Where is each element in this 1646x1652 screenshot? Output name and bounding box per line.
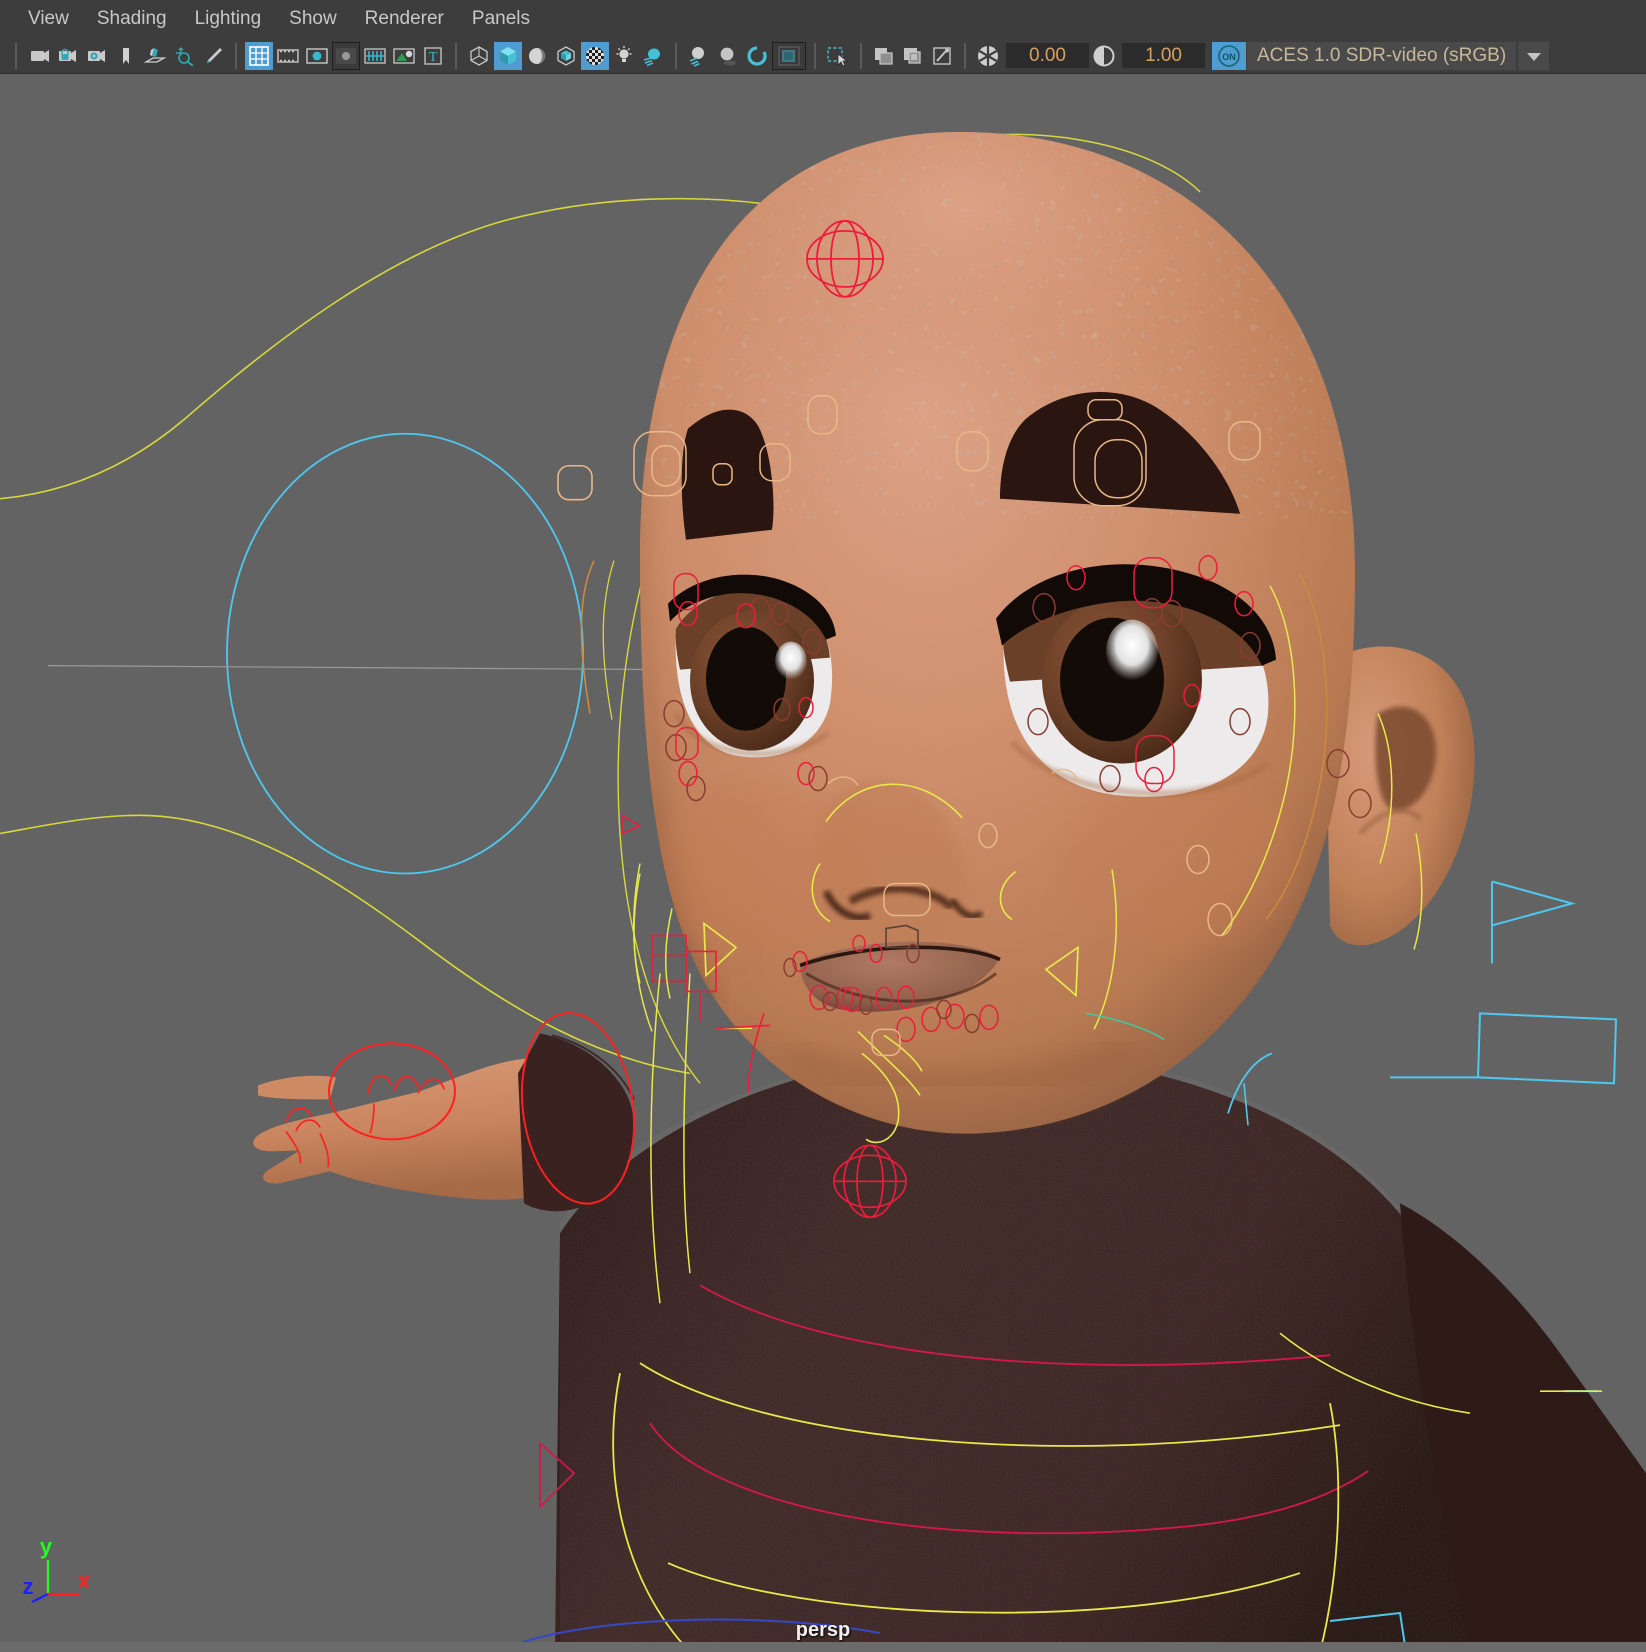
xray-joints-icon[interactable] xyxy=(899,42,927,70)
color-management-toggle-icon[interactable]: ON xyxy=(1212,41,1246,70)
axis-label-y: y xyxy=(40,1536,53,1559)
exposure-value-field[interactable]: 0.00 xyxy=(1006,43,1089,68)
axis-orientation-gizmo: y x z xyxy=(23,1536,91,1603)
toolbar-divider xyxy=(964,42,966,69)
smooth-shade-selected-icon[interactable] xyxy=(523,42,551,70)
axis-label-z: z xyxy=(23,1574,34,1599)
bookmark-icon[interactable] xyxy=(112,42,140,70)
shadows-icon[interactable] xyxy=(685,42,713,70)
menu-lighting[interactable]: Lighting xyxy=(181,6,276,32)
gamma-icon[interactable] xyxy=(1090,42,1118,70)
image-plane-icon[interactable] xyxy=(141,42,169,70)
color-space-label: ACES 1.0 SDR-video (sRGB) xyxy=(1247,41,1517,70)
toolbar-divider xyxy=(860,42,862,69)
safe-action-icon[interactable] xyxy=(390,42,418,70)
svg-text:T: T xyxy=(429,50,438,65)
svg-text:ON: ON xyxy=(1222,52,1236,62)
smooth-shade-all-icon[interactable] xyxy=(494,41,522,70)
wireframe-icon[interactable] xyxy=(465,42,493,70)
viewport-tool-bar: T 0.00 1.00 ON ACES 1.0 SDR-video (sRGB) xyxy=(0,38,1646,73)
camera-attributes-icon[interactable] xyxy=(83,42,111,70)
toolbar-divider xyxy=(814,42,816,69)
viewport-bottom-bar xyxy=(0,1642,1646,1652)
select-camera-icon[interactable] xyxy=(25,42,53,70)
menu-shading[interactable]: Shading xyxy=(83,6,181,32)
safe-title-icon[interactable]: T xyxy=(419,42,447,70)
resolution-gate-icon[interactable] xyxy=(303,42,331,70)
chevron-down-icon[interactable] xyxy=(1517,41,1550,70)
motion-blur-icon[interactable] xyxy=(743,42,771,70)
menu-panels[interactable]: Panels xyxy=(458,6,544,32)
toolbar-divider xyxy=(455,42,457,69)
toolbar-divider xyxy=(235,42,237,69)
gamma-value-field[interactable]: 1.00 xyxy=(1122,43,1205,68)
menu-show[interactable]: Show xyxy=(275,6,351,32)
viewport-menu-bar: View Shading Lighting Show Renderer Pane… xyxy=(0,0,1646,38)
isolate-select-icon[interactable] xyxy=(824,42,852,70)
toolbar-divider xyxy=(675,42,677,69)
grid-toggle-icon[interactable] xyxy=(245,41,273,70)
film-gate-icon[interactable] xyxy=(274,42,302,70)
xray-active-components-icon[interactable] xyxy=(928,42,956,70)
ambient-occlusion-icon[interactable] xyxy=(714,42,742,70)
field-chart-icon[interactable] xyxy=(361,42,389,70)
shaded-wireframe-icon[interactable] xyxy=(581,41,609,70)
menu-renderer[interactable]: Renderer xyxy=(351,6,458,32)
use-default-lighting-icon[interactable] xyxy=(610,42,638,70)
xray-icon[interactable] xyxy=(870,42,898,70)
perspective-viewport[interactable]: y x z persp xyxy=(0,73,1646,1652)
menu-view[interactable]: View xyxy=(14,6,83,32)
multisample-icon[interactable] xyxy=(772,41,806,70)
gate-mask-icon[interactable] xyxy=(332,41,360,70)
twopoint-resolution-icon[interactable] xyxy=(170,42,198,70)
use-all-lights-icon[interactable] xyxy=(639,42,667,70)
lock-camera-icon[interactable] xyxy=(54,42,82,70)
flat-shade-icon[interactable] xyxy=(552,42,580,70)
exposure-icon[interactable] xyxy=(974,42,1002,70)
grease-pencil-icon[interactable] xyxy=(199,42,227,70)
maya-viewport-window: View Shading Lighting Show Renderer Pane… xyxy=(0,0,1646,1652)
viewport-3d-scene xyxy=(0,74,1646,1652)
axis-label-x: x xyxy=(78,1568,91,1593)
toolbar-divider xyxy=(15,42,17,69)
